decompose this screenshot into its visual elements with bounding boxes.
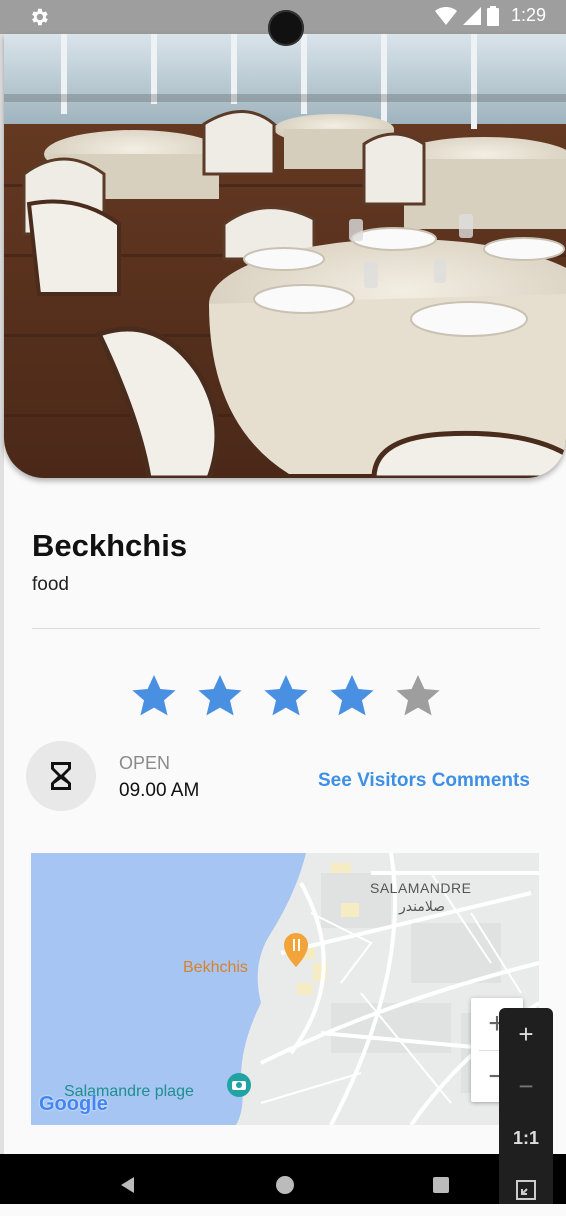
restaurant-photo <box>4 34 566 478</box>
star-icon <box>330 675 374 716</box>
wifi-icon <box>434 6 457 25</box>
camera-cutout <box>268 10 304 46</box>
google-logo: Google <box>39 1093 108 1115</box>
fit-screen-icon <box>516 1180 536 1200</box>
map-area-label: SALAMANDRE <box>370 880 472 896</box>
emulator-one-to-one-button[interactable]: 1:1 <box>499 1112 553 1164</box>
star-icon <box>396 675 440 716</box>
emulator-fit-button[interactable] <box>499 1164 553 1216</box>
settings-icon <box>32 8 48 26</box>
star-icon <box>198 675 242 716</box>
map-area-label-arabic: صلامندر <box>399 899 446 915</box>
emulator-zoom-panel: + − 1:1 <box>499 1008 553 1204</box>
map-view[interactable]: SALAMANDRE صلامندر Bekhchis Salamandre p… <box>31 853 539 1125</box>
place-title: Beckhchis <box>32 528 188 563</box>
hourglass-icon <box>51 762 71 790</box>
open-time: 09.00 AM <box>119 780 200 801</box>
status-icons: 1:29 <box>434 5 546 26</box>
emulator-zoom-in-button[interactable]: + <box>499 1008 553 1060</box>
divider <box>32 628 540 629</box>
hours-icon-container <box>26 741 96 811</box>
star-icon <box>264 675 308 716</box>
open-status: OPEN <box>119 753 171 773</box>
camera-poi-icon[interactable] <box>227 1073 251 1097</box>
recent-apps-icon[interactable] <box>433 1177 449 1193</box>
place-category: food <box>32 574 69 595</box>
battery-icon <box>486 5 499 26</box>
rating-stars <box>130 672 442 720</box>
emulator-zoom-out-button[interactable]: − <box>499 1060 553 1112</box>
home-icon[interactable] <box>276 1176 294 1194</box>
map-marker-label: Bekhchis <box>183 959 248 976</box>
back-icon[interactable] <box>118 1175 138 1195</box>
star-icon <box>132 675 176 716</box>
see-comments-link[interactable]: See Visitors Comments <box>318 770 530 792</box>
status-time: 1:29 <box>510 5 546 25</box>
signal-icon <box>462 6 481 25</box>
